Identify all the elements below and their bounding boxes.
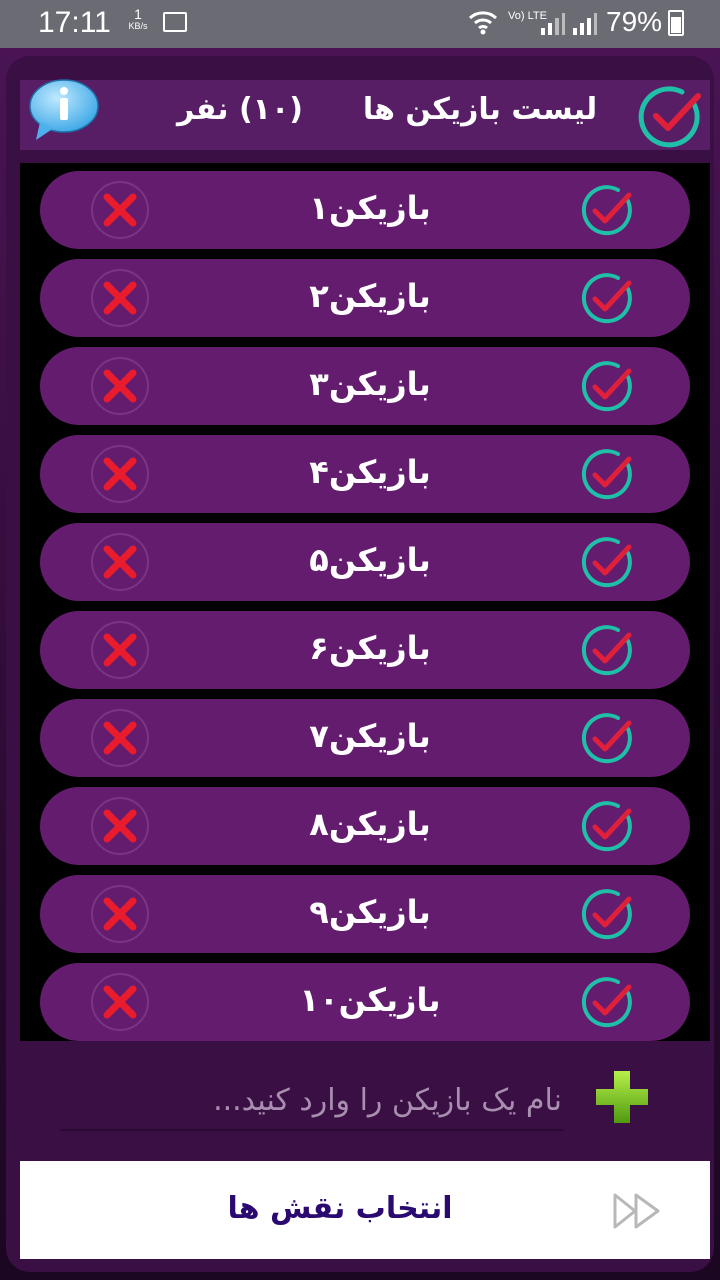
- player-row: بازیکن۲: [40, 259, 690, 337]
- check-circle-icon[interactable]: [580, 711, 636, 767]
- add-player-panel: [20, 1041, 710, 1161]
- player-name-input[interactable]: [60, 1071, 564, 1131]
- player-name: بازیکن۵: [309, 541, 431, 579]
- check-circle-icon[interactable]: [580, 887, 636, 943]
- select-all-check-icon[interactable]: [636, 82, 706, 152]
- player-list: بازیکن۱ بازیکن۲ بازیکن۳ بازیکن۴ بازیکن۵ …: [20, 163, 710, 1043]
- page-title: لیست بازیکن ها: [362, 92, 598, 127]
- player-row: بازیکن۷: [40, 699, 690, 777]
- battery-percent: 79%: [606, 6, 663, 37]
- delete-x-icon[interactable]: [90, 444, 150, 504]
- player-row: بازیکن۳: [40, 347, 690, 425]
- player-name: بازیکن۴: [309, 453, 431, 491]
- delete-x-icon[interactable]: [90, 180, 150, 240]
- battery-icon: [668, 10, 684, 36]
- network-speed-unit: KB/s: [128, 21, 148, 31]
- delete-x-icon[interactable]: [90, 620, 150, 680]
- delete-x-icon[interactable]: [90, 268, 150, 328]
- player-name: بازیکن۸: [309, 805, 431, 843]
- select-roles-button[interactable]: انتخاب نقش ها: [160, 1191, 520, 1226]
- player-name: بازیکن۶: [309, 629, 431, 667]
- signal-icon-sim1: [541, 13, 565, 35]
- check-circle-icon[interactable]: [580, 799, 636, 855]
- player-name: بازیکن۲: [309, 277, 431, 315]
- delete-x-icon[interactable]: [90, 708, 150, 768]
- status-bar: 17:11 1 KB/s Vo) LTE 79%: [0, 0, 720, 48]
- player-row: بازیکن۹: [40, 875, 690, 953]
- network-speed: 1 KB/s: [122, 6, 154, 32]
- delete-x-icon[interactable]: [90, 972, 150, 1032]
- delete-x-icon[interactable]: [90, 796, 150, 856]
- check-circle-icon[interactable]: [580, 447, 636, 503]
- check-circle-icon[interactable]: [580, 271, 636, 327]
- delete-x-icon[interactable]: [90, 884, 150, 944]
- plus-icon[interactable]: [592, 1067, 652, 1127]
- info-bubble-icon[interactable]: [26, 74, 100, 148]
- app-root: (۱۰) نفر لیست بازیکن ها بازیکن۱ بازیکن۲ …: [0, 48, 720, 1280]
- player-name: بازیکن۱۰: [299, 981, 441, 1019]
- player-row: بازیکن۱۰: [40, 963, 690, 1041]
- status-time: 17:11: [38, 6, 111, 39]
- check-circle-icon[interactable]: [580, 623, 636, 679]
- check-circle-icon[interactable]: [580, 975, 636, 1031]
- network-speed-value: 1: [134, 6, 142, 22]
- player-row: بازیکن۱: [40, 171, 690, 249]
- player-name: بازیکن۹: [309, 893, 431, 931]
- player-count: (۱۰) نفر: [176, 92, 304, 127]
- player-name: بازیکن۷: [309, 717, 431, 755]
- delete-x-icon[interactable]: [90, 356, 150, 416]
- footer-bar[interactable]: انتخاب نقش ها: [20, 1161, 710, 1259]
- check-circle-icon[interactable]: [580, 535, 636, 591]
- player-row: بازیکن۶: [40, 611, 690, 689]
- player-name: بازیکن۳: [309, 365, 431, 403]
- player-row: بازیکن۵: [40, 523, 690, 601]
- delete-x-icon[interactable]: [90, 532, 150, 592]
- player-name: بازیکن۱: [309, 189, 431, 227]
- signal-icon-sim2: [573, 13, 597, 35]
- header-bar: (۱۰) نفر لیست بازیکن ها: [20, 79, 710, 152]
- fast-forward-icon[interactable]: [612, 1191, 662, 1231]
- player-row: بازیکن۸: [40, 787, 690, 865]
- check-circle-icon[interactable]: [580, 183, 636, 239]
- player-row: بازیکن۴: [40, 435, 690, 513]
- gallery-notification-icon: [163, 12, 187, 32]
- check-circle-icon[interactable]: [580, 359, 636, 415]
- wifi-icon: [468, 11, 498, 35]
